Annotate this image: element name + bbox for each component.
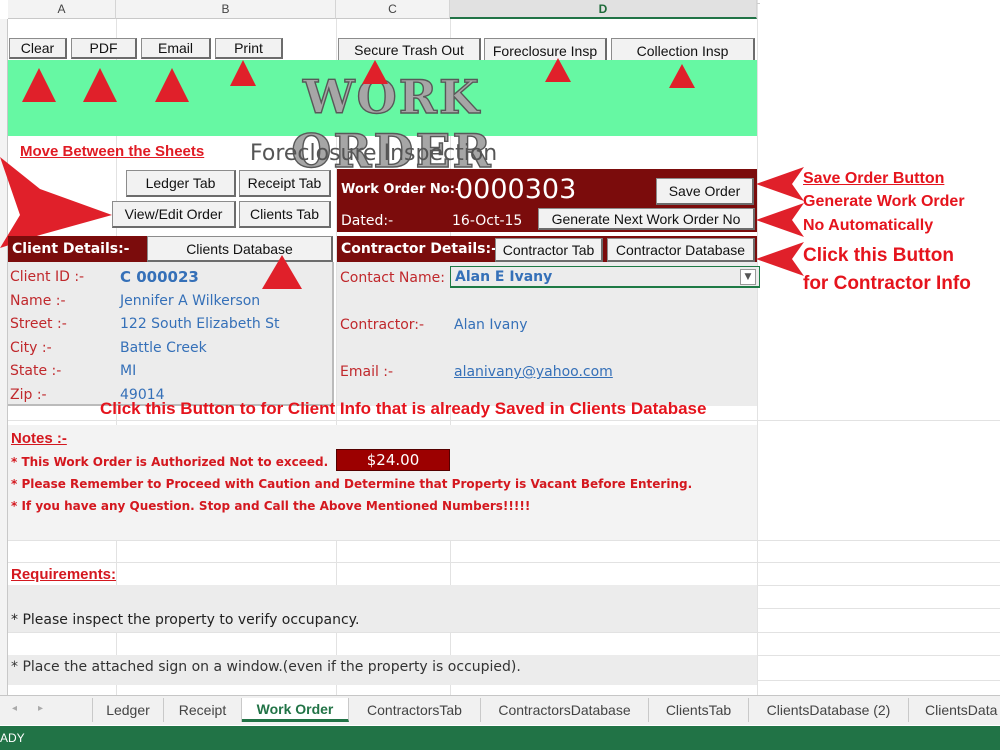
email-label: Email :- bbox=[340, 364, 394, 380]
sheet-tab-work-order[interactable]: Work Order bbox=[242, 698, 349, 722]
view-edit-order-button[interactable]: View/Edit Order bbox=[112, 201, 236, 228]
clear-button[interactable]: Clear bbox=[9, 38, 67, 59]
arrow-up-icon bbox=[669, 64, 695, 88]
scroll-right-icon[interactable]: ▸ bbox=[38, 703, 43, 714]
client-city-value: Battle Creek bbox=[120, 339, 207, 356]
client-field-row: Street :- 122 South Elizabeth St bbox=[10, 315, 330, 339]
client-name-label: Name :- bbox=[10, 292, 66, 309]
client-street-value: 122 South Elizabeth St bbox=[120, 316, 280, 332]
arrow-up-icon bbox=[22, 68, 56, 102]
arrow-up-icon bbox=[262, 255, 302, 289]
status-bar bbox=[0, 726, 1000, 750]
client-name-value: Jennifer A Wilkerson bbox=[120, 292, 261, 309]
sheet-tab-ledger[interactable]: Ledger bbox=[92, 698, 164, 722]
client-zip-label: Zip :- bbox=[10, 386, 47, 403]
arrow-up-icon bbox=[362, 60, 388, 84]
note-line-3: * If you have any Question. Stop and Cal… bbox=[11, 499, 531, 513]
contractor-value: Alan Ivany bbox=[454, 317, 528, 333]
email-link[interactable]: alanivany@yahoo.com bbox=[454, 364, 613, 380]
order-date: 16-Oct-15 bbox=[452, 213, 523, 229]
requirement-line-1: * Please inspect the property to verify … bbox=[11, 612, 360, 628]
requirements-header: Requirements: bbox=[11, 566, 117, 583]
client-street-label: Street :- bbox=[10, 316, 67, 332]
contractor-database-button[interactable]: Contractor Database bbox=[607, 238, 755, 262]
save-order-callout: Save Order Button bbox=[803, 170, 945, 187]
client-field-row: City :- Battle Creek bbox=[10, 339, 330, 363]
contractor-label: Contractor:- bbox=[340, 317, 425, 333]
sheet-tab-clientstab[interactable]: ClientsTab bbox=[649, 698, 749, 722]
client-details-header: Client Details:- bbox=[8, 236, 147, 262]
client-field-row: State :- MI bbox=[10, 362, 330, 386]
generate-callout-line2: No Automatically bbox=[803, 217, 934, 234]
sheet-tab-clientsdata[interactable]: ClientsData bbox=[909, 698, 1000, 722]
sheet-tab-clientsdatabase-2[interactable]: ClientsDatabase (2) bbox=[749, 698, 909, 722]
row-header-strip bbox=[0, 19, 8, 695]
secure-trash-out-button[interactable]: Secure Trash Out bbox=[338, 38, 481, 62]
column-header-c[interactable]: C bbox=[336, 0, 450, 19]
contractor-callout-line1: Click this Button bbox=[803, 245, 954, 266]
status-text: ADY bbox=[0, 731, 25, 745]
contact-name-value: Alan E Ivany bbox=[455, 269, 553, 285]
work-order-number-label: Work Order No:- bbox=[341, 182, 461, 197]
note-line-2: * Please Remember to Proceed with Cautio… bbox=[11, 477, 693, 491]
receipt-tab-button[interactable]: Receipt Tab bbox=[239, 170, 331, 197]
work-order-title: WORK ORDER bbox=[291, 69, 493, 178]
client-id-label: Client ID :- bbox=[10, 269, 85, 285]
generate-callout-line1: Generate Work Order bbox=[803, 193, 965, 210]
clients-tab-button[interactable]: Clients Tab bbox=[239, 201, 331, 228]
sheet-tab-contractorstab[interactable]: ContractorsTab bbox=[349, 698, 481, 722]
arrow-up-icon bbox=[545, 58, 571, 82]
column-header-a[interactable]: A bbox=[8, 0, 116, 19]
requirement-line-2: * Place the attached sign on a window.(e… bbox=[11, 659, 521, 675]
not-to-exceed-amount: $24.00 bbox=[336, 449, 450, 471]
notes-header: Notes :- bbox=[11, 430, 67, 447]
client-state-label: State :- bbox=[10, 363, 62, 379]
column-header-d[interactable]: D bbox=[450, 0, 757, 19]
ledger-tab-button[interactable]: Ledger Tab bbox=[126, 170, 236, 197]
note-line-1: * This Work Order is Authorized Not to e… bbox=[11, 455, 329, 469]
sheet-tab-receipt[interactable]: Receipt bbox=[164, 698, 242, 722]
inspection-subtitle: Foreclosure Inspection bbox=[250, 141, 498, 166]
client-id-value: C 000023 bbox=[120, 268, 199, 286]
arrow-up-icon bbox=[155, 68, 189, 102]
chevron-down-icon[interactable]: ▼ bbox=[740, 269, 756, 285]
client-info-callout: Click this Button to for Client Info tha… bbox=[100, 399, 707, 418]
dated-label: Dated:- bbox=[341, 213, 394, 229]
save-order-button[interactable]: Save Order bbox=[656, 178, 754, 205]
clients-database-button[interactable]: Clients Database bbox=[147, 236, 333, 262]
email-button[interactable]: Email bbox=[141, 38, 211, 59]
arrow-up-icon bbox=[230, 60, 256, 86]
client-state-value: MI bbox=[120, 363, 137, 379]
contractor-tab-button[interactable]: Contractor Tab bbox=[495, 238, 603, 262]
work-order-number: 0000303 bbox=[456, 174, 577, 205]
arrow-up-icon bbox=[83, 68, 117, 102]
pdf-button[interactable]: PDF bbox=[71, 38, 137, 59]
contractor-callout-line2: for Contractor Info bbox=[803, 273, 971, 294]
client-city-label: City :- bbox=[10, 339, 52, 356]
sheet-tab-contractorsdatabase[interactable]: ContractorsDatabase bbox=[481, 698, 649, 722]
client-field-row: Name :- Jennifer A Wilkerson bbox=[10, 292, 330, 316]
contact-name-label: Contact Name: bbox=[340, 270, 445, 286]
column-header-b[interactable]: B bbox=[116, 0, 336, 19]
client-fields: Client ID :- C 000023 Name :- Jennifer A… bbox=[10, 268, 330, 409]
generate-next-order-button[interactable]: Generate Next Work Order No bbox=[538, 208, 755, 230]
print-button[interactable]: Print bbox=[215, 38, 283, 59]
contact-name-dropdown[interactable]: Alan E Ivany ▼ bbox=[450, 266, 760, 288]
arrow-left-icons bbox=[756, 167, 804, 276]
contractor-details-header: Contractor Details:- bbox=[341, 241, 497, 257]
scroll-left-icon[interactable]: ◂ bbox=[12, 703, 17, 714]
